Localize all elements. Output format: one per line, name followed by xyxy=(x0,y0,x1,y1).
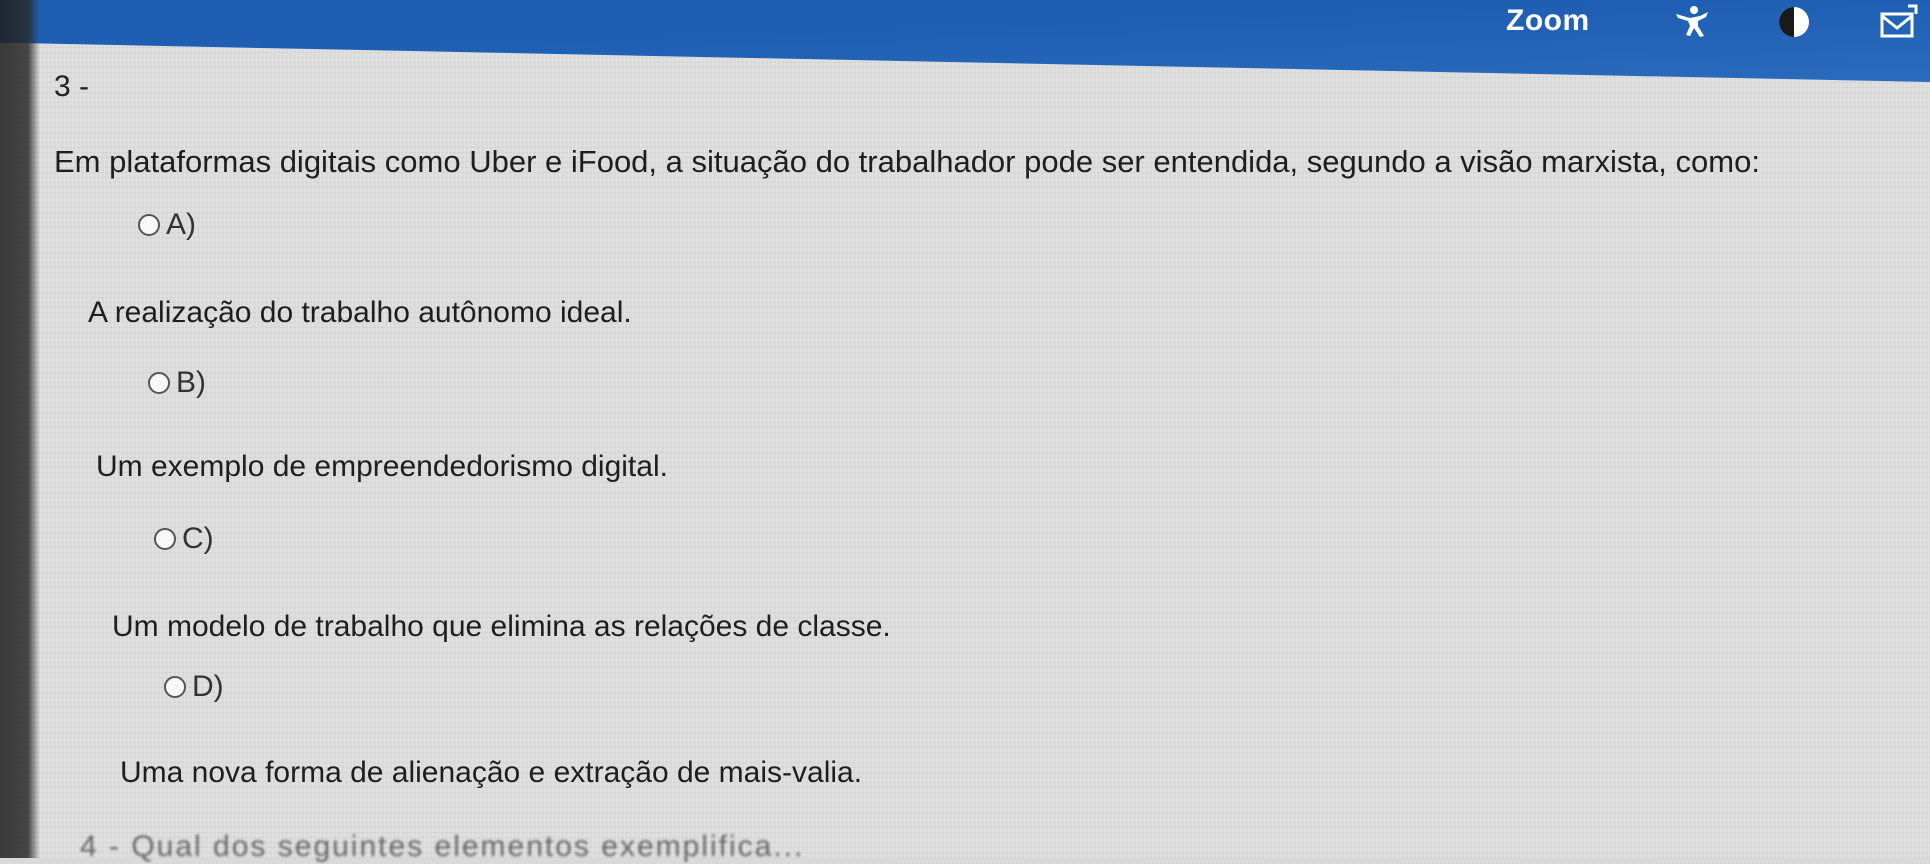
option-letter: B) xyxy=(176,366,206,399)
radio-circle-icon[interactable] xyxy=(138,214,160,236)
option-a-text: A realização do trabalho autônomo ideal. xyxy=(88,296,632,329)
question-panel: 3 - Em plataformas digitais como Uber e … xyxy=(0,0,1930,863)
option-b-text: Um exemplo de empreendedorismo digital. xyxy=(96,450,668,483)
question-number: 3 - xyxy=(54,70,90,103)
option-letter: D) xyxy=(192,670,224,703)
radio-circle-icon[interactable] xyxy=(148,372,170,394)
option-b-radio[interactable]: B) xyxy=(148,366,206,400)
question-text: Em plataformas digitais como Uber e iFoo… xyxy=(54,144,1760,179)
option-letter: C) xyxy=(182,522,214,555)
option-letter: A) xyxy=(166,208,196,241)
radio-circle-icon[interactable] xyxy=(154,528,176,550)
option-d-text: Uma nova forma de alienação e extração d… xyxy=(120,756,863,789)
option-c-text: Um modelo de trabalho que elimina as rel… xyxy=(112,610,891,643)
option-a-radio[interactable]: A) xyxy=(138,208,196,242)
option-d-radio[interactable]: D) xyxy=(164,670,224,704)
option-c-radio[interactable]: C) xyxy=(154,522,214,556)
radio-circle-icon[interactable] xyxy=(164,676,186,698)
next-question-text: 4 - Qual dos seguintes elementos exempli… xyxy=(80,830,805,863)
